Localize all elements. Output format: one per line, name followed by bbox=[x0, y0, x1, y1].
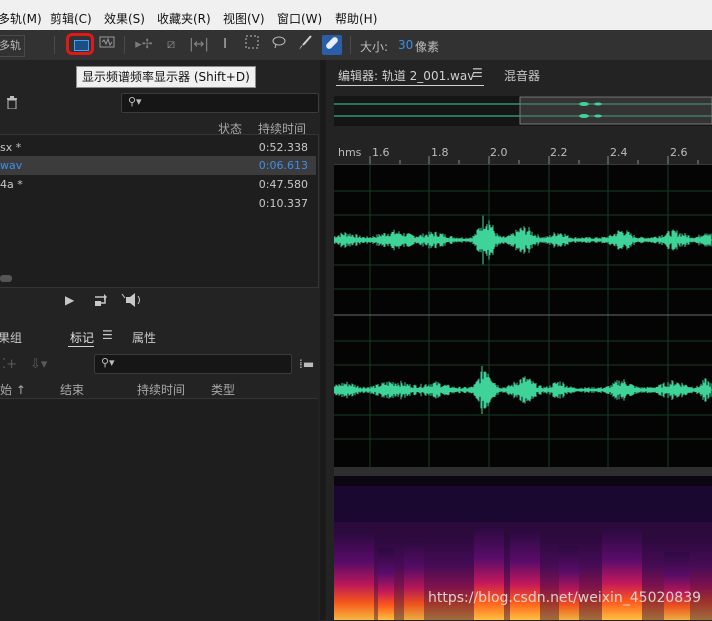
menu-effects[interactable]: 效果(S) bbox=[104, 10, 145, 27]
horizontal-scrollbar[interactable] bbox=[0, 275, 12, 282]
menu-clip[interactable]: 剪辑(C) bbox=[50, 10, 92, 27]
toolbar-divider bbox=[54, 36, 55, 54]
menu-window[interactable]: 窗口(W) bbox=[277, 10, 322, 27]
marquee-tool-icon[interactable] bbox=[244, 35, 260, 55]
file-duration: 0:47.580 bbox=[258, 178, 308, 191]
file-name: wav bbox=[0, 159, 23, 172]
file-duration: 0:06.613 bbox=[258, 159, 308, 172]
column-start-label: 开始 bbox=[0, 383, 13, 397]
menu-bar: 多轨(M) 剪辑(C) 效果(S) 收藏夹(R) 视图(V) 窗口(W) 帮助(… bbox=[0, 0, 712, 31]
size-label: 大小: bbox=[360, 40, 389, 54]
tab-mixer[interactable]: 混音器 bbox=[504, 67, 540, 84]
column-duration[interactable]: 持续时间 bbox=[137, 381, 185, 398]
column-end[interactable]: 结束 bbox=[60, 381, 84, 398]
tab-effects-rack[interactable]: 效果组 bbox=[0, 329, 22, 346]
toolbar-divider bbox=[124, 36, 125, 54]
column-start[interactable]: 开始 ↑ bbox=[0, 381, 26, 398]
panel-menu-icon[interactable]: ☰ bbox=[102, 328, 113, 342]
tab-properties[interactable]: 属性 bbox=[132, 329, 156, 346]
display-splitter[interactable] bbox=[334, 467, 712, 476]
file-name: 4a * bbox=[0, 178, 23, 191]
marker-list bbox=[0, 398, 318, 621]
play-icon[interactable]: ▶ bbox=[65, 293, 74, 307]
multitrack-button[interactable]: 多轨 bbox=[0, 35, 25, 57]
waveform-display[interactable] bbox=[334, 165, 712, 467]
search-icon: ⚲▾ bbox=[101, 356, 115, 369]
size-value[interactable]: 30 bbox=[398, 38, 413, 52]
tab-editor[interactable]: 编辑器: 轨道 2_001.wav bbox=[338, 67, 474, 84]
file-row[interactable]: 0:10.337 bbox=[0, 194, 316, 213]
active-tab-underline bbox=[68, 346, 94, 347]
trash-icon[interactable] bbox=[6, 96, 18, 110]
brush-tool-icon[interactable] bbox=[296, 35, 314, 55]
lasso-tool-icon[interactable] bbox=[270, 35, 288, 55]
file-name: sx * bbox=[0, 141, 22, 154]
spectrogram-icon bbox=[74, 40, 89, 51]
autoplay-icon[interactable] bbox=[121, 292, 145, 311]
marker-add-icon[interactable]: ⁚+ bbox=[2, 357, 17, 372]
file-duration: 0:52.338 bbox=[258, 141, 308, 154]
file-row[interactable]: sx * 0:52.338 bbox=[0, 138, 316, 157]
spectral-display-button[interactable] bbox=[66, 33, 94, 55]
toolbar: 多轨 ▸✢ ⧄ |↔| I 大小: 30 像素 bbox=[0, 30, 712, 61]
file-list: sx * 0:52.338 wav 0:06.613 4a * 0:47.580… bbox=[0, 134, 319, 288]
search-icon: ⚲▾ bbox=[128, 95, 142, 108]
file-row[interactable]: 4a * 0:47.580 bbox=[0, 175, 316, 194]
tooltip: 显示频谱频率显示器 (Shift+D) bbox=[76, 66, 256, 88]
waveform-icon[interactable] bbox=[98, 35, 116, 55]
move-tool-icon[interactable]: ▸✢ bbox=[134, 35, 154, 55]
loop-icon[interactable] bbox=[93, 293, 109, 310]
menu-view[interactable]: 视图(V) bbox=[223, 10, 265, 27]
toolbar-divider bbox=[350, 36, 351, 54]
marker-merge-icon[interactable]: ⇩▾ bbox=[30, 357, 47, 372]
file-row-selected[interactable]: wav 0:06.613 bbox=[0, 156, 316, 175]
menu-favorites[interactable]: 收藏夹(R) bbox=[157, 10, 211, 27]
file-duration: 0:10.337 bbox=[258, 197, 308, 210]
panel-menu-icon[interactable]: ☰ bbox=[472, 66, 483, 80]
column-type[interactable]: 类型 bbox=[211, 381, 235, 398]
spot-healing-tool-icon[interactable] bbox=[322, 35, 342, 55]
overview-navigator[interactable] bbox=[334, 96, 712, 126]
tab-markers[interactable]: 标记 bbox=[70, 329, 94, 346]
menu-help[interactable]: 帮助(H) bbox=[335, 10, 377, 27]
files-search-input[interactable]: ⚲▾ bbox=[121, 93, 319, 113]
menu-multitrack[interactable]: 多轨(M) bbox=[0, 10, 42, 27]
size-unit: 像素 bbox=[415, 40, 440, 54]
markers-search-input[interactable]: ⚲▾ bbox=[94, 354, 292, 374]
slip-tool-icon[interactable]: |↔| bbox=[188, 35, 210, 55]
multitrack-label: 多轨 bbox=[0, 39, 21, 52]
time-selection-tool-icon[interactable]: I bbox=[218, 35, 232, 55]
active-tab-underline bbox=[336, 85, 484, 86]
razor-tool-icon[interactable]: ⧄ bbox=[162, 35, 180, 55]
ruler-ticks bbox=[369, 156, 699, 164]
time-ruler[interactable]: hms 1.6 1.8 2.0 2.2 2.4 2.6 bbox=[334, 140, 712, 165]
marker-filter-icon[interactable]: ⁞▬ bbox=[299, 357, 314, 371]
watermark: https://blog.csdn.net/weixin_45020839 bbox=[428, 590, 702, 606]
